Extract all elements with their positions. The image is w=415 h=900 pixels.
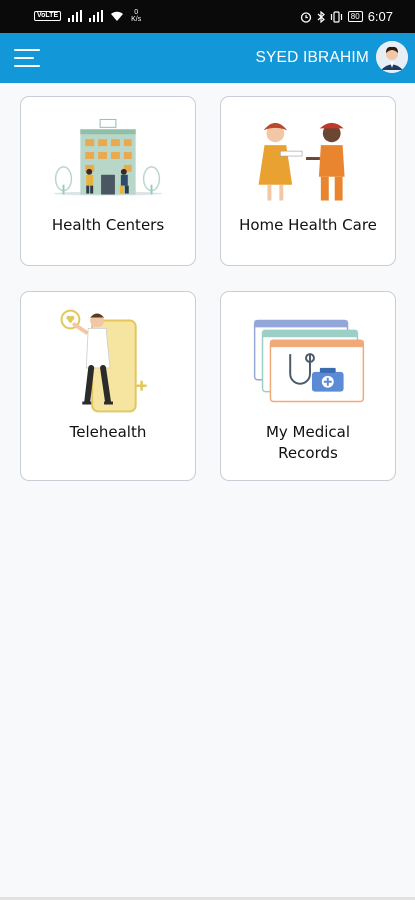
- battery-icon: 80: [347, 11, 363, 22]
- caregivers-icon: [258, 122, 345, 201]
- user-name[interactable]: SYED IBRAHIM: [255, 49, 369, 67]
- card-label: Telehealth: [69, 423, 147, 441]
- vibrate-icon: [330, 10, 342, 23]
- network-speed: 0 K/s: [131, 9, 141, 23]
- telehealth-card[interactable]: Telehealth: [20, 291, 196, 481]
- hospital-building-icon: [53, 118, 163, 196]
- medical-records-icon: [253, 319, 365, 403]
- user-avatar[interactable]: [376, 41, 408, 73]
- card-label: Home Health Care: [239, 216, 377, 234]
- telehealth-doctor-icon: [60, 309, 147, 413]
- my-medical-records-card[interactable]: My Medical Records: [220, 291, 396, 481]
- card-label: Health Centers: [51, 216, 165, 234]
- signal-icon: [68, 10, 83, 22]
- home-health-care-card[interactable]: Home Health Care: [220, 96, 396, 266]
- app-bar: SYED IBRAHIM: [0, 33, 415, 83]
- wifi-icon: [111, 11, 124, 21]
- speed-value: 0: [134, 9, 139, 16]
- signal-icon: [89, 10, 104, 22]
- status-right: 80 6:07: [300, 9, 393, 24]
- avatar-icon: [376, 41, 408, 73]
- speed-unit: K/s: [131, 16, 142, 23]
- volte-indicator: VoLTE: [34, 11, 62, 21]
- hamburger-menu-icon[interactable]: [14, 49, 42, 69]
- status-left: VoLTE 0 K/s: [34, 9, 141, 23]
- health-centers-card[interactable]: Health Centers: [20, 96, 196, 266]
- alarm-icon: [300, 11, 311, 23]
- clock: 6:07: [367, 9, 393, 24]
- card-label: My Medical Records: [265, 423, 351, 462]
- bluetooth-icon: [317, 10, 325, 23]
- status-bar: VoLTE 0 K/s 80 6:07: [0, 0, 415, 33]
